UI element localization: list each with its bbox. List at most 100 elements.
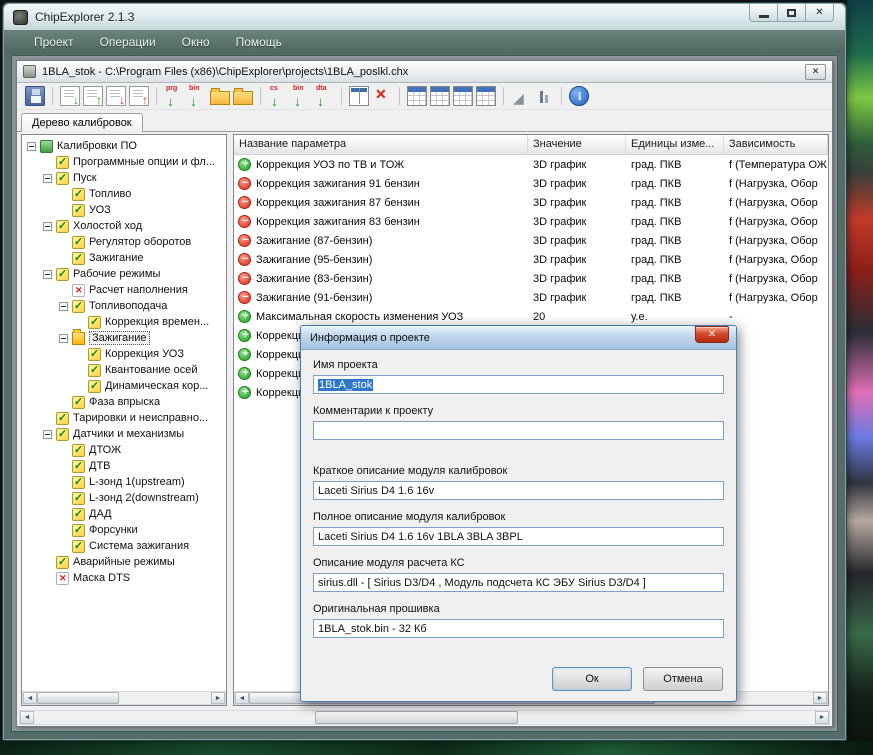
dialog-close-button[interactable]: ✕ [695, 326, 729, 343]
table-row[interactable]: Зажигание (91-бензин)3D графикград. ПКВf… [234, 288, 828, 307]
tree-item[interactable]: L-зонд 1(upstream) [22, 474, 226, 490]
tree-item[interactable]: Коррекция УОЗ [22, 346, 226, 362]
column-header-units[interactable]: Единицы изме... [626, 135, 724, 154]
tree-item[interactable]: Расчет наполнения [22, 282, 226, 298]
close-project-icon[interactable] [372, 86, 392, 106]
info-icon[interactable] [569, 86, 589, 106]
collapse-icon[interactable] [27, 142, 36, 151]
checksum-module-field[interactable]: sirius.dll - [ Sirius D3/D4 , Модуль под… [313, 573, 724, 592]
tree-item[interactable]: Калибровки ПО [22, 138, 226, 154]
table-view-icon-2[interactable] [430, 86, 450, 106]
menu-window[interactable]: Окно [182, 35, 210, 49]
open-folder-icon[interactable] [210, 91, 230, 105]
table-row[interactable]: Зажигание (87-бензин)3D графикград. ПКВf… [234, 231, 828, 250]
save-folder-icon[interactable] [233, 91, 253, 105]
tree-item[interactable]: Топливо [22, 186, 226, 202]
load-bin-icon[interactable]: bin [187, 86, 207, 106]
project-comments-field[interactable] [313, 421, 724, 440]
tree-item[interactable]: L-зонд 2(downstream) [22, 490, 226, 506]
scroll-right-icon[interactable] [813, 692, 827, 704]
scroll-left-icon[interactable] [235, 692, 249, 704]
table-view-icon-3[interactable] [453, 86, 473, 106]
tree-horizontal-scrollbar[interactable] [22, 691, 226, 705]
tab-calibration-tree[interactable]: Дерево калибровок [21, 113, 143, 134]
short-description-field[interactable]: Laceti Sirius D4 1.6 16v [313, 481, 724, 500]
tree-item-selected[interactable]: Зажигание [22, 330, 226, 346]
scrollbar-thumb[interactable] [37, 692, 119, 704]
cancel-button[interactable]: Отмена [643, 667, 723, 691]
table-row[interactable]: Зажигание (95-бензин)3D графикград. ПКВf… [234, 250, 828, 269]
minimize-button[interactable] [749, 3, 778, 22]
table-view-icon-1[interactable] [407, 86, 427, 106]
tree-item[interactable]: УОЗ [22, 202, 226, 218]
collapse-icon[interactable] [59, 302, 68, 311]
tree-item[interactable]: Форсунки [22, 522, 226, 538]
project-window-titlebar[interactable]: 1BLA_stok - C:\Program Files (x86)\ChipE… [17, 61, 832, 83]
table-view-icon-4[interactable] [476, 86, 496, 106]
window-titlebar[interactable]: ChipExplorer 2.1.3 [4, 4, 845, 30]
tree-item[interactable]: Динамическая кор... [22, 378, 226, 394]
tree-item[interactable]: Квантование осей [22, 362, 226, 378]
verify-ecu-icon[interactable] [106, 86, 126, 106]
table-row[interactable]: Максимальная скорость изменения УОЗ20у.е… [234, 307, 828, 326]
save-icon[interactable] [25, 86, 45, 106]
scroll-right-icon[interactable] [815, 711, 829, 724]
collapse-icon[interactable] [43, 174, 52, 183]
tree-item[interactable]: ДАД [22, 506, 226, 522]
tree-item[interactable]: Зажигание [22, 250, 226, 266]
scrollbar-thumb[interactable] [315, 711, 518, 724]
collapse-icon[interactable] [43, 430, 52, 439]
tree-item[interactable]: Фаза впрыска [22, 394, 226, 410]
tree-item[interactable]: Программные опции и фл... [22, 154, 226, 170]
project-name-field[interactable]: 1BLA_stok [313, 375, 724, 394]
tree-item[interactable]: Коррекция времен... [22, 314, 226, 330]
tree-item[interactable]: Холостой ход [22, 218, 226, 234]
tree-item[interactable]: Регулятор оборотов [22, 234, 226, 250]
tree-item[interactable]: Датчики и механизмы [22, 426, 226, 442]
maximize-button[interactable] [777, 3, 806, 22]
tree-item[interactable]: Топливоподача [22, 298, 226, 314]
column-header-dependency[interactable]: Зависимость [724, 135, 828, 154]
menu-project[interactable]: Проект [34, 35, 74, 49]
ok-button[interactable]: Ок [552, 667, 632, 691]
menu-operations[interactable]: Операции [100, 35, 156, 49]
column-header-value[interactable]: Значение [528, 135, 626, 154]
full-description-field[interactable]: Laceti Sirius D4 1.6 16v 1BLA 3BLA 3BPL [313, 527, 724, 546]
tree-item[interactable]: Тарировки и неисправно... [22, 410, 226, 426]
scroll-right-icon[interactable] [211, 692, 225, 704]
tree-item[interactable]: Пуск [22, 170, 226, 186]
column-header-name[interactable]: Название параметра [234, 135, 528, 154]
scroll-left-icon[interactable] [23, 692, 37, 704]
close-button[interactable]: ✕ [805, 3, 834, 22]
window-horizontal-scrollbar[interactable] [19, 710, 830, 725]
chart-3d-icon[interactable] [511, 86, 531, 106]
dialog-titlebar[interactable]: Информация о проекте [301, 326, 736, 350]
tree-item[interactable]: Аварийные режимы [22, 554, 226, 570]
original-firmware-field[interactable]: 1BLA_stok.bin - 32 Кб [313, 619, 724, 638]
tree-item[interactable]: ДТВ [22, 458, 226, 474]
load-prg-icon[interactable]: prg [164, 86, 184, 106]
tree-item[interactable]: Рабочие режимы [22, 266, 226, 282]
export-bin-icon[interactable]: bin [291, 86, 311, 106]
project-close-button[interactable]: ✕ [805, 64, 826, 80]
collapse-icon[interactable] [59, 334, 68, 343]
tree-item[interactable]: Маска DTS [22, 570, 226, 586]
tree-item[interactable]: Система зажигания [22, 538, 226, 554]
read-ecu-icon[interactable] [60, 86, 80, 106]
scroll-left-icon[interactable] [20, 711, 34, 724]
split-window-icon[interactable] [349, 86, 369, 106]
table-row[interactable]: Коррекция зажигания 87 бензин3D графикгр… [234, 193, 828, 212]
export-cs-icon[interactable]: cs [268, 86, 288, 106]
collapse-icon[interactable] [43, 222, 52, 231]
menu-help[interactable]: Помощь [236, 35, 282, 49]
tree-item[interactable]: ДТОЖ [22, 442, 226, 458]
table-row[interactable]: Коррекция зажигания 83 бензин3D графикгр… [234, 212, 828, 231]
table-row[interactable]: Коррекция УОЗ по ТВ и ТОЖ3D графикград. … [234, 155, 828, 174]
compare-ecu-icon[interactable] [129, 86, 149, 106]
table-row[interactable]: Коррекция зажигания 91 бензин3D графикгр… [234, 174, 828, 193]
table-row[interactable]: Зажигание (83-бензин)3D графикград. ПКВf… [234, 269, 828, 288]
collapse-icon[interactable] [43, 270, 52, 279]
export-dta-icon[interactable]: dta [314, 86, 334, 106]
chart-bars-icon[interactable] [534, 86, 554, 106]
write-ecu-icon[interactable] [83, 86, 103, 106]
